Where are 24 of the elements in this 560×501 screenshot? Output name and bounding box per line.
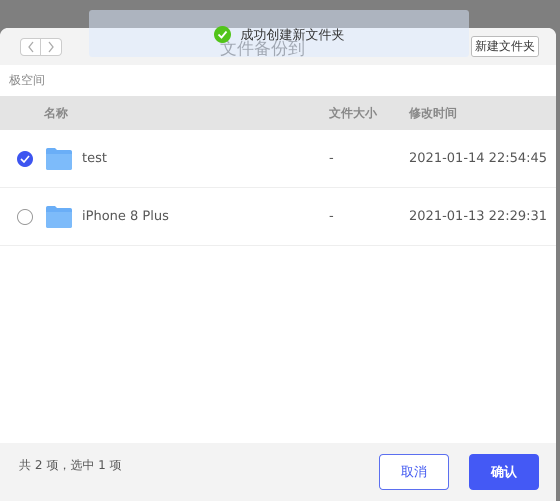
folder-icon [44,146,74,170]
file-name: test [82,151,108,166]
forward-button[interactable] [41,38,62,56]
cancel-button[interactable]: 取消 [379,454,449,490]
file-size: - [329,151,335,166]
selection-summary: 共 2 项，选中 1 项 [19,457,122,474]
file-name: iPhone 8 Plus [82,209,170,224]
breadcrumb[interactable]: 极空间 [9,72,45,89]
modified-time: 2021-01-14 22:54:45 [409,151,548,166]
back-button[interactable] [20,38,41,56]
chevron-left-icon [26,40,34,52]
select-radio[interactable] [17,150,33,166]
chevron-right-icon [47,40,55,52]
confirm-button[interactable]: 确认 [469,454,539,490]
modified-time: 2021-01-13 22:29:31 [409,209,548,224]
column-header: 文件大小 [329,104,378,122]
column-header: 修改时间 [409,104,458,122]
folder-icon [44,204,74,228]
dialog-title: 文件备份到 [220,39,305,60]
check-icon [20,154,30,162]
new-folder-button[interactable]: 新建文件夹 [471,36,539,57]
column-header: 名称 [44,104,69,122]
file-size: - [329,209,335,224]
select-radio[interactable] [17,208,33,224]
